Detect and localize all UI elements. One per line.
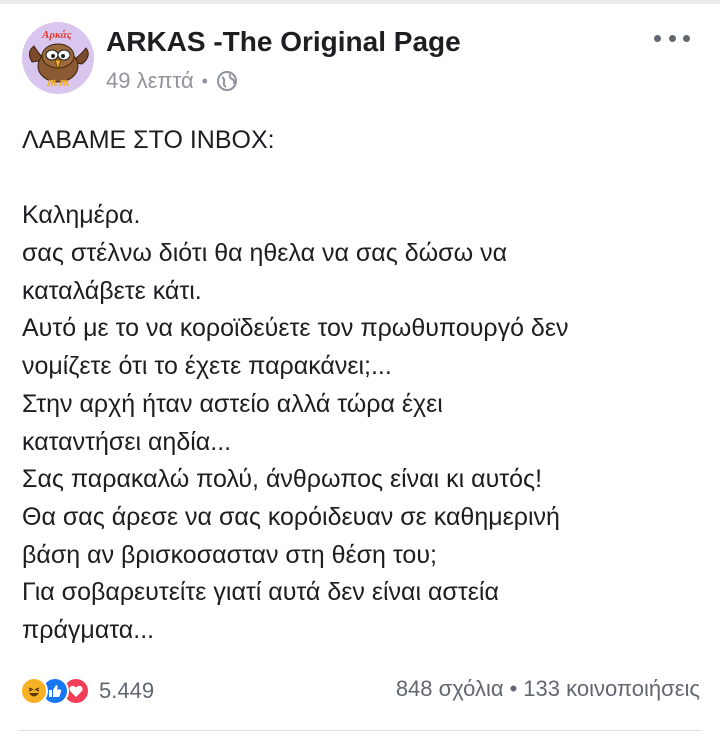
page-avatar[interactable]: Αρκάς <box>22 22 94 94</box>
more-dot-icon <box>683 34 690 42</box>
post-header: Αρκάς ARKAS -The Original Page 49 λεπτά … <box>22 22 698 102</box>
reactions-summary[interactable]: 5.449 <box>20 674 154 708</box>
post-footer: 5.449 848 σχόλια • 133 κοινοποιήσεις <box>20 674 700 708</box>
post-line: Καλημέρα. <box>22 201 141 230</box>
post-line: νομίζετε ότι το έχετε παρακάνει;... <box>22 352 392 381</box>
post-line: καταντήσει αηδία... <box>22 427 232 456</box>
post-line: Αυτό με το να κοροϊδεύετε τον πρωθυπουργ… <box>22 314 569 343</box>
bottom-divider <box>18 730 702 731</box>
reaction-count: 5.449 <box>99 678 155 703</box>
avatar-logo-text: Αρκάς <box>41 29 72 41</box>
post-line: βάση αν βρισκοσασταν στη θέση του; <box>22 540 437 569</box>
post-line: Για σοβαρευτείτε γιατί αυτά δεν είναι ασ… <box>22 578 499 607</box>
post-line: σας στέλνω διότι θα ηθελα να σας δώσω να <box>22 239 508 268</box>
post-line: ΛΑΒΑΜΕ ΣΤΟ INBOX: <box>22 126 275 154</box>
post-timestamp[interactable]: 49 λεπτά <box>106 68 194 94</box>
stats-separator: • <box>509 676 518 701</box>
meta-separator: • <box>201 70 208 91</box>
engagement-stats: 848 σχόλια • 133 κοινοποιήσεις <box>396 676 700 702</box>
haha-reaction-icon <box>20 677 48 705</box>
post-line: πράγματα... <box>22 615 155 644</box>
post-line: Σας παρακαλώ πολύ, άνθρωπος είναι κι αυτ… <box>22 465 543 494</box>
top-divider <box>0 0 720 4</box>
post-line: Θα σας άρεσε να σας κορόιδευαν σε καθημε… <box>22 502 560 531</box>
bird-avatar-icon: Αρκάς <box>28 29 89 87</box>
page-name-link[interactable]: ARKAS -The Original Page <box>106 26 461 58</box>
more-dot-icon <box>654 34 661 42</box>
globe-icon <box>216 70 238 92</box>
shares-count-link[interactable]: 133 κοινοποιήσεις <box>523 676 700 701</box>
post-body: ΛΑΒΑΜΕ ΣΤΟ INBOX: Καλημέρα. σας στέλνω δ… <box>22 122 702 650</box>
post-line-blank <box>22 160 702 198</box>
post-meta: 49 λεπτά • <box>106 68 238 94</box>
more-dot-icon <box>668 34 676 42</box>
comments-count-link[interactable]: 848 σχόλια <box>396 676 504 701</box>
post-line: καταλάβετε κάτι. <box>22 276 202 305</box>
post-line: Στην αρχή ήταν αστείο αλλά τώρα έχει <box>22 389 443 418</box>
more-options-button[interactable] <box>654 26 690 50</box>
